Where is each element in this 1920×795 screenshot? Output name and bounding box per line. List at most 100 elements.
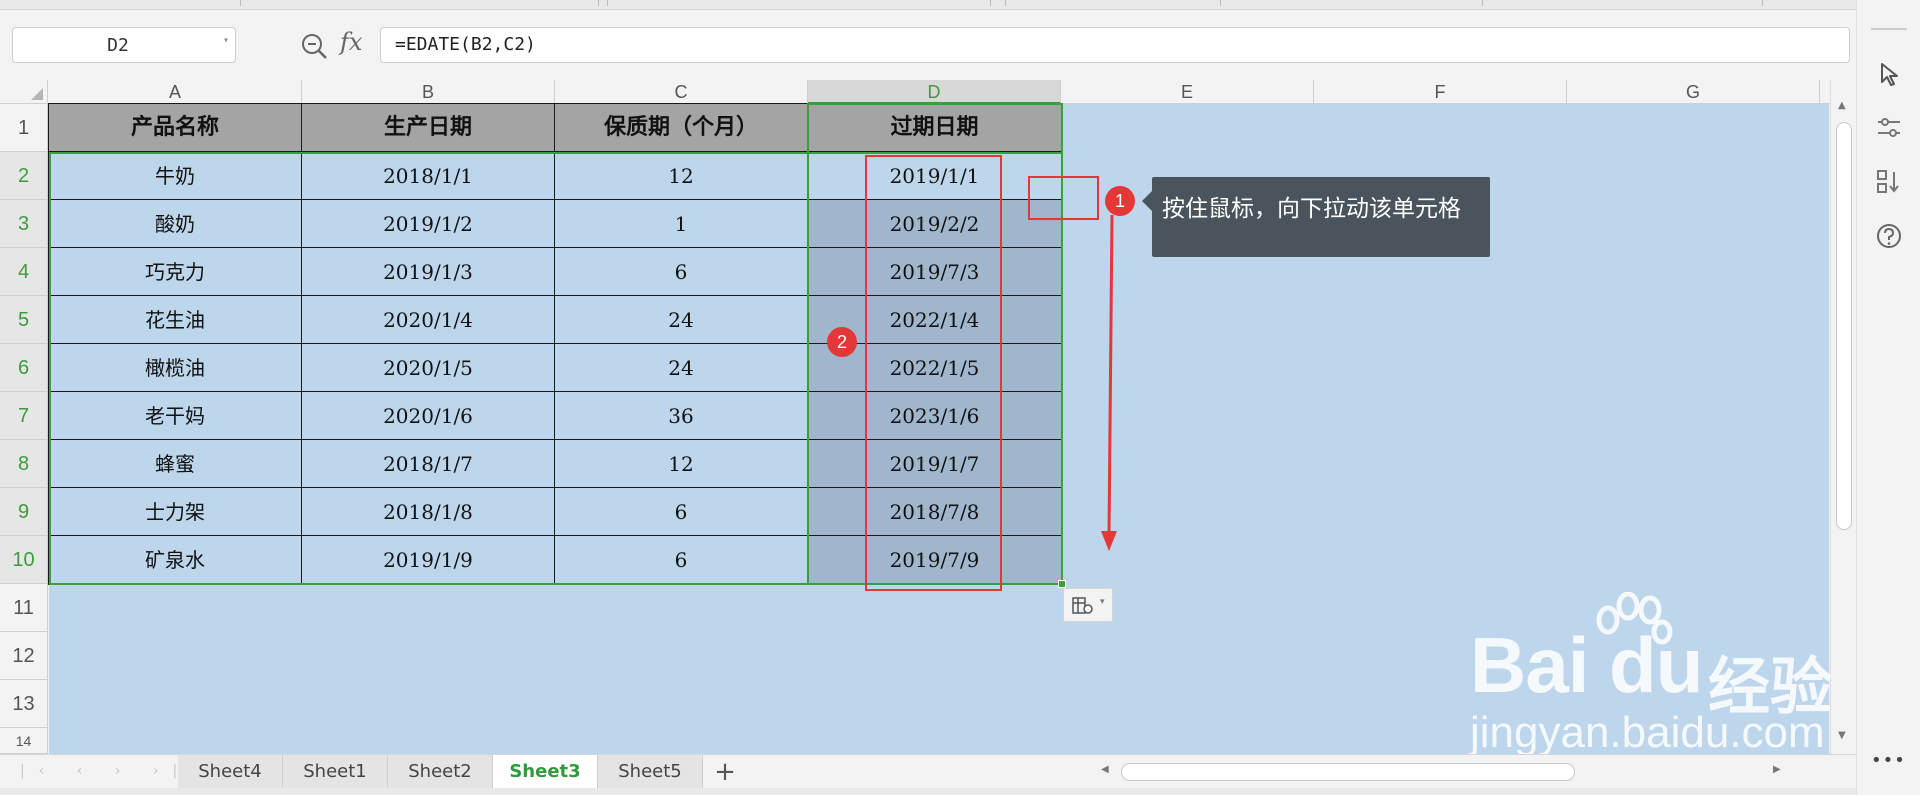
table-cell[interactable]: 2020/1/6	[302, 392, 555, 440]
row-header-12[interactable]: 12	[0, 632, 48, 680]
step-badge-1: 1	[1105, 186, 1135, 216]
table-header-cell[interactable]: 保质期（个月）	[555, 104, 808, 152]
fill-handle[interactable]	[1058, 580, 1066, 588]
table-cell[interactable]: 2023/1/6	[808, 392, 1062, 440]
row-header-2[interactable]: 2	[0, 152, 48, 200]
slider-icon[interactable]	[1875, 114, 1903, 142]
ribbon-tick	[990, 0, 991, 6]
vertical-scrollbar[interactable]: ▲ ▼	[1830, 80, 1856, 754]
table-cell[interactable]: 2018/7/8	[808, 488, 1062, 536]
table-cell[interactable]: 2019/2/2	[808, 200, 1062, 248]
row-header-11[interactable]: 11	[0, 584, 48, 632]
table-cell[interactable]: 酸奶	[49, 200, 302, 248]
paste-options-icon	[1072, 597, 1093, 614]
sort-icon[interactable]	[1875, 168, 1903, 196]
table-cell[interactable]: 2018/1/8	[302, 488, 555, 536]
paste-options-button[interactable]: ▾	[1063, 588, 1113, 622]
sheet-nav-arrows[interactable]: |‹ ‹ › ›|	[20, 763, 191, 779]
table-cell[interactable]: 1	[555, 200, 808, 248]
panel-divider	[1871, 28, 1907, 30]
table-cell[interactable]: 矿泉水	[49, 536, 302, 584]
table-cell[interactable]: 花生油	[49, 296, 302, 344]
table-cell[interactable]: 2019/1/3	[302, 248, 555, 296]
table-cell[interactable]: 2020/1/5	[302, 344, 555, 392]
row-header-5[interactable]: 5	[0, 296, 48, 344]
ribbon-tick	[1762, 0, 1763, 6]
table-cell[interactable]: 2019/7/3	[808, 248, 1062, 296]
table-cell[interactable]: 老干妈	[49, 392, 302, 440]
table-cell[interactable]: 6	[555, 488, 808, 536]
table-cell[interactable]: 2020/1/4	[302, 296, 555, 344]
corner-triangle-icon	[31, 88, 43, 100]
zoom-icon[interactable]	[300, 32, 328, 60]
table-cell[interactable]: 36	[555, 392, 808, 440]
column-header-g[interactable]: G	[1567, 80, 1820, 104]
table-cell[interactable]: 巧克力	[49, 248, 302, 296]
row-header-8[interactable]: 8	[0, 440, 48, 488]
table-cell[interactable]: 24	[555, 296, 808, 344]
ribbon-tick	[240, 0, 241, 6]
table-cell[interactable]: 牛奶	[49, 152, 302, 200]
column-header-e[interactable]: E	[1061, 80, 1314, 104]
column-header-f[interactable]: F	[1314, 80, 1567, 104]
row-header-4[interactable]: 4	[0, 248, 48, 296]
table-cell[interactable]: 6	[555, 536, 808, 584]
step-badge-2: 2	[827, 327, 857, 357]
row-header-13[interactable]: 13	[0, 680, 48, 728]
table-cell[interactable]: 2019/7/9	[808, 536, 1062, 584]
scroll-up-icon[interactable]: ▲	[1838, 100, 1846, 111]
table-cell[interactable]: 12	[555, 152, 808, 200]
sheet-tab-sheet4[interactable]: Sheet4	[178, 755, 283, 789]
row-header-9[interactable]: 9	[0, 488, 48, 536]
select-all-corner[interactable]	[0, 80, 48, 104]
sheet-tab-sheet5[interactable]: Sheet5	[598, 755, 703, 789]
table-cell[interactable]: 2018/1/7	[302, 440, 555, 488]
row-header-14[interactable]: 14	[0, 728, 48, 754]
row-header-7[interactable]: 7	[0, 392, 48, 440]
formula-input[interactable]: =EDATE(B2,C2)	[380, 27, 1850, 63]
table-cell[interactable]: 2019/1/7	[808, 440, 1062, 488]
row-header-1[interactable]: 1	[0, 104, 48, 152]
horizontal-scroll-thumb[interactable]	[1121, 763, 1575, 781]
more-icon[interactable]: •••	[1871, 750, 1906, 771]
table-cell[interactable]: 橄榄油	[49, 344, 302, 392]
function-icon[interactable]: fx	[340, 28, 362, 56]
table-cell-active[interactable]: 2019/1/1	[808, 152, 1062, 200]
column-header-b[interactable]: B	[302, 80, 555, 104]
ribbon-tick	[607, 0, 608, 6]
column-header-c[interactable]: C	[555, 80, 808, 104]
table-header-cell[interactable]: 过期日期	[808, 104, 1062, 152]
table-cell[interactable]: 士力架	[49, 488, 302, 536]
scroll-right-icon[interactable]: ▶	[1773, 764, 1781, 775]
scroll-down-icon[interactable]: ▼	[1838, 730, 1846, 741]
table-cell[interactable]: 2018/1/1	[302, 152, 555, 200]
table-header-cell[interactable]: 产品名称	[49, 104, 302, 152]
table-header-cell[interactable]: 生产日期	[302, 104, 555, 152]
sheet-tab-sheet3[interactable]: Sheet3	[493, 755, 598, 789]
cursor-icon[interactable]	[1875, 60, 1903, 88]
chevron-down-icon[interactable]: ▾	[223, 35, 229, 46]
row-header-10[interactable]: 10	[0, 536, 48, 584]
row-header-3[interactable]: 3	[0, 200, 48, 248]
ribbon-tick	[1220, 0, 1221, 6]
table-cell[interactable]: 2019/1/9	[302, 536, 555, 584]
ribbon-tick	[1482, 0, 1483, 6]
vertical-scroll-thumb[interactable]	[1836, 122, 1852, 530]
add-sheet-button[interactable]: +	[710, 757, 740, 787]
column-header-a[interactable]: A	[49, 80, 302, 104]
sheet-tab-sheet1[interactable]: Sheet1	[283, 755, 388, 789]
table-cell[interactable]: 24	[555, 344, 808, 392]
name-box[interactable]: D2 ▾	[12, 27, 236, 63]
table-cell[interactable]: 蜂蜜	[49, 440, 302, 488]
right-tool-panel: •••	[1856, 0, 1920, 795]
table-cell[interactable]: 6	[555, 248, 808, 296]
table-cell[interactable]: 2019/1/2	[302, 200, 555, 248]
table-cell[interactable]: 12	[555, 440, 808, 488]
horizontal-scrollbar[interactable]: ◀ ▶	[1093, 761, 1793, 783]
row-header-6[interactable]: 6	[0, 344, 48, 392]
sheet-tab-sheet2[interactable]: Sheet2	[388, 755, 493, 789]
scroll-left-icon[interactable]: ◀	[1101, 764, 1109, 775]
help-icon[interactable]	[1875, 222, 1903, 250]
column-header-d[interactable]: D	[808, 80, 1061, 104]
formula-bar: D2 ▾ fx =EDATE(B2,C2)	[0, 10, 1856, 90]
